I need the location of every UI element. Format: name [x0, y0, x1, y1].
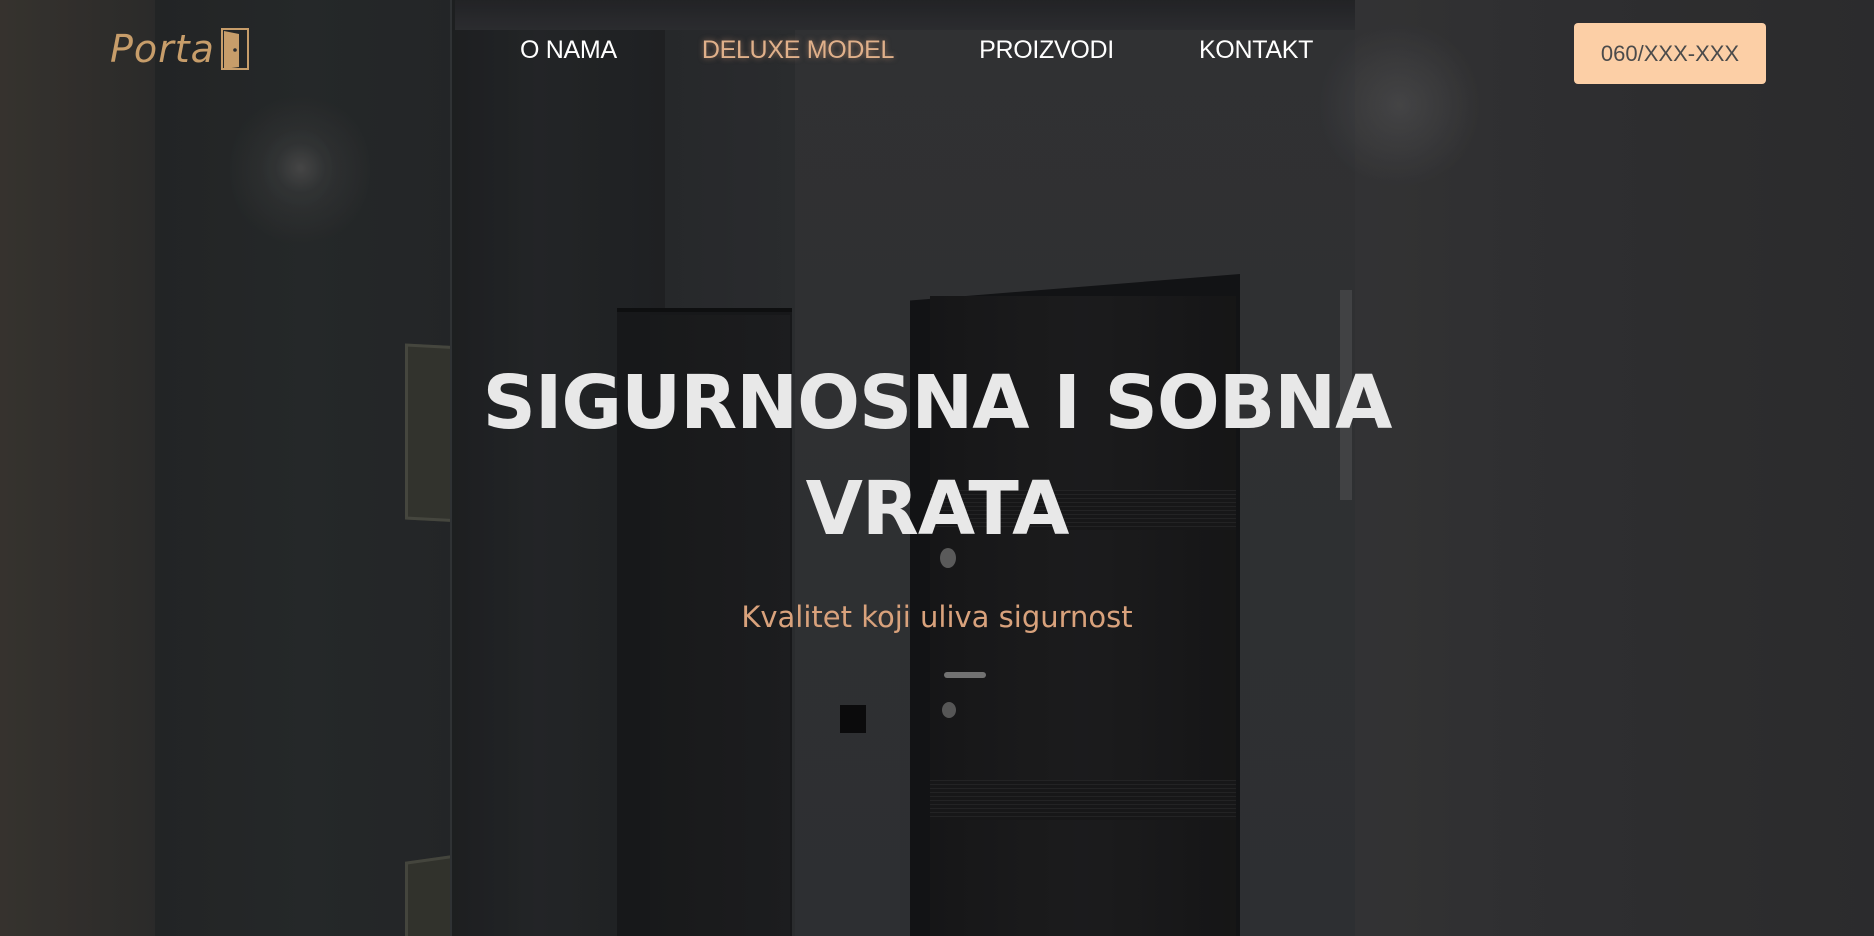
logo-text: Porta [110, 27, 215, 71]
nav-link-deluxe-model[interactable]: DELUXE MODEL [702, 36, 895, 65]
nav-link-kontakt[interactable]: KONTAKT [1199, 36, 1313, 65]
nav-link-o-nama[interactable]: O NAMA [520, 36, 617, 65]
door-icon [220, 27, 249, 71]
nav-link-proizvodi[interactable]: PROIZVODI [979, 36, 1114, 65]
site-header: Porta O NAMA DELUXE MODEL PROIZVODI KONT… [0, 0, 1874, 106]
hero-subtitle: Kvalitet koji uliva sigurnost [741, 600, 1133, 634]
logo-link[interactable]: Porta [110, 24, 249, 74]
page: Porta O NAMA DELUXE MODEL PROIZVODI KONT… [0, 0, 1874, 936]
main-nav: O NAMA DELUXE MODEL PROIZVODI KONTAKT [520, 36, 1313, 65]
phone-button[interactable]: 060/XXX-XXX [1574, 23, 1766, 84]
hero-title: SIGURNOSNA I SOBNA VRATA [482, 360, 1393, 552]
hero-section: SIGURNOSNA I SOBNA VRATA Kvalitet koji u… [0, 350, 1874, 634]
